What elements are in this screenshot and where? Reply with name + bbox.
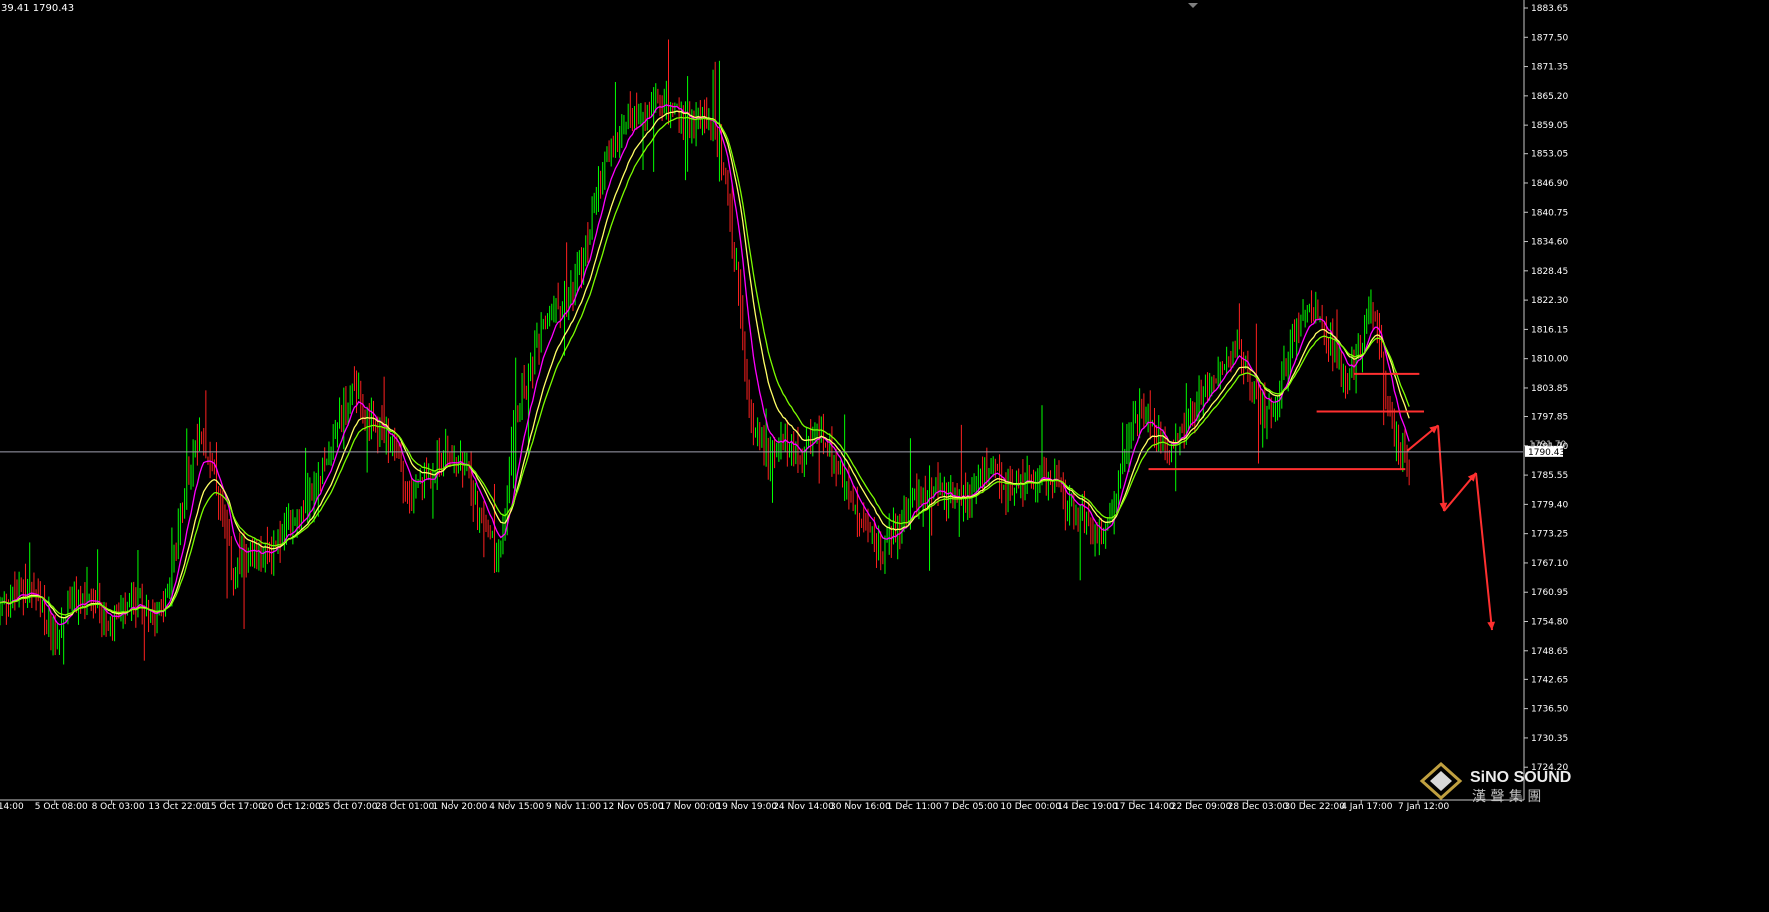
price-tick-label: 1816.15 bbox=[1531, 325, 1568, 335]
time-tick-label: 12 Nov 05:00 bbox=[603, 802, 664, 812]
time-tick-label: 24 Nov 14:00 bbox=[773, 802, 834, 812]
price-tick-label: 1748.65 bbox=[1531, 647, 1568, 657]
logo-chinese-text: 漢 聲 集 團 bbox=[1472, 788, 1541, 805]
time-axis: Sep 14:00 5 Oct 08:00 8 Oct 03:0013 Oct 22… bbox=[0, 799, 1524, 812]
time-tick-label: 5 Oct 08:00 bbox=[35, 802, 88, 812]
time-tick-label: Sep 14:00 bbox=[0, 802, 24, 812]
time-tick-label: 22 Dec 09:00 bbox=[1171, 802, 1232, 812]
time-tick-label: 7 Jan 12:00 bbox=[1398, 802, 1450, 812]
price-tick-label: 1754.80 bbox=[1531, 618, 1568, 628]
time-tick-label: 30 Dec 22:00 bbox=[1284, 802, 1345, 812]
price-tick-label: 1828.45 bbox=[1531, 267, 1568, 277]
price-tick-label: 1730.35 bbox=[1531, 734, 1568, 744]
price-tick-label: 1877.50 bbox=[1531, 33, 1568, 43]
price-tick-label: 1853.05 bbox=[1531, 150, 1568, 160]
time-tick-label: 4 Jan 17:00 bbox=[1341, 802, 1393, 812]
time-tick-label: 14 Dec 19:00 bbox=[1057, 802, 1118, 812]
time-tick-label: 8 Oct 03:00 bbox=[92, 802, 145, 812]
price-tick-label: 1742.65 bbox=[1531, 675, 1568, 685]
price-tick-label: 1736.50 bbox=[1531, 705, 1568, 715]
price-tick-label: 1840.75 bbox=[1531, 208, 1568, 218]
time-tick-label: 25 Oct 07:00 bbox=[319, 802, 378, 812]
price-tick-label: 1767.10 bbox=[1531, 559, 1568, 569]
price-tick-label: 1785.55 bbox=[1531, 471, 1568, 481]
price-tick-label: 1834.60 bbox=[1531, 238, 1568, 248]
time-tick-label: 9 Nov 11:00 bbox=[546, 802, 601, 812]
time-tick-label: 1 Dec 11:00 bbox=[887, 802, 942, 812]
current-price-label: 1791.70 1790.43 bbox=[1525, 440, 1566, 458]
time-tick-label: 7 Dec 05:00 bbox=[944, 802, 999, 812]
time-tick-label: 17 Nov 00:00 bbox=[660, 802, 721, 812]
time-tick-label: 1 Nov 20:00 bbox=[432, 802, 487, 812]
price-tick-label: 1810.00 bbox=[1531, 355, 1568, 365]
price-label-text: 1790.43 bbox=[1528, 448, 1565, 458]
price-chart[interactable]: 1883.65 1877.50 1871.35 1865.20 1859.05 1853.… bbox=[0, 0, 1769, 912]
time-tick-label: 19 Nov 19:00 bbox=[716, 802, 777, 812]
time-tick-label: 30 Nov 16:00 bbox=[830, 802, 891, 812]
time-tick-label: 10 Dec 00:00 bbox=[1000, 802, 1061, 812]
time-tick-label: 15 Oct 17:00 bbox=[205, 802, 264, 812]
time-tick-label: 4 Nov 15:00 bbox=[489, 802, 544, 812]
time-tick-label: 28 Oct 01:00 bbox=[376, 802, 435, 812]
logo-brand-text: SiNO SOUND bbox=[1470, 769, 1571, 786]
time-tick-label: 28 Dec 03:00 bbox=[1228, 802, 1289, 812]
price-tick-label: 1871.35 bbox=[1531, 63, 1568, 73]
price-tick-label: 1803.85 bbox=[1531, 384, 1568, 394]
price-tick-label: 1859.05 bbox=[1531, 121, 1568, 131]
price-tick-label: 1865.20 bbox=[1531, 92, 1568, 102]
time-tick-label: 17 Dec 14:00 bbox=[1114, 802, 1175, 812]
time-tick-label: 20 Oct 12:00 bbox=[262, 802, 321, 812]
chart-window: 1883.65 1877.50 1871.35 1865.20 1859.05 1853.… bbox=[0, 0, 1769, 912]
price-tick-label: 1773.25 bbox=[1531, 530, 1568, 540]
price-tick-label: 1760.95 bbox=[1531, 588, 1568, 598]
time-tick-label: 13 Oct 22:00 bbox=[148, 802, 207, 812]
price-tick-label: 1779.40 bbox=[1531, 500, 1568, 510]
price-tick-label: 1822.30 bbox=[1531, 296, 1568, 306]
price-tick-label: 1797.85 bbox=[1531, 413, 1568, 423]
price-tick-label: 1846.90 bbox=[1531, 179, 1568, 189]
ohlc-readout: 39.41 1790.43 bbox=[1, 3, 75, 14]
price-tick-label: 1883.65 bbox=[1531, 4, 1568, 14]
